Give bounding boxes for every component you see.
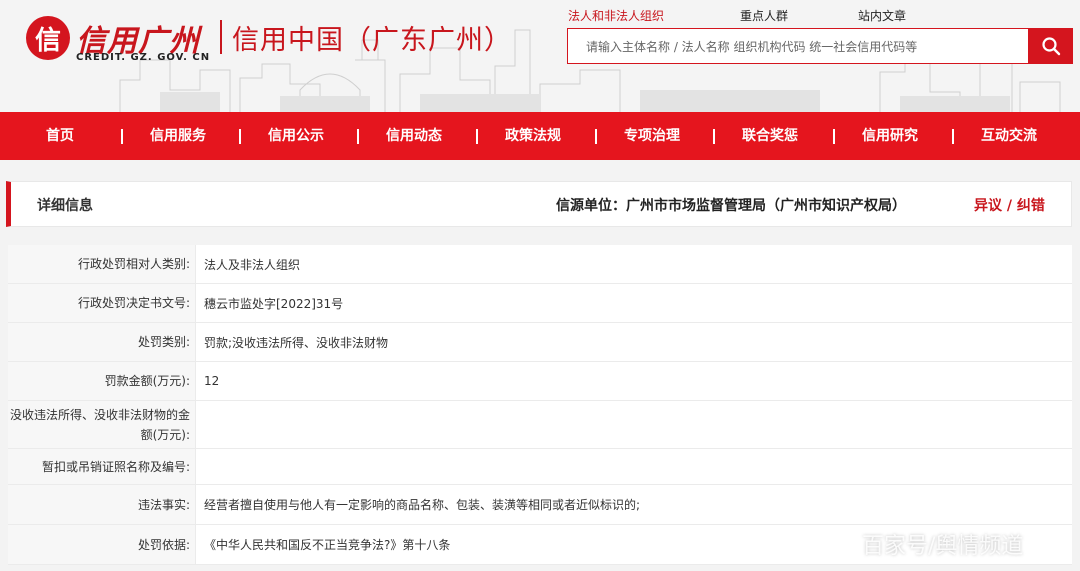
field-label: 违法事实: xyxy=(8,485,196,524)
nav-item-credit-disclosure[interactable]: 信用公示 xyxy=(268,112,324,160)
table-row: 罚款金额(万元): 12 xyxy=(8,362,1072,401)
logo-subtitle: 信用中国（广东广州） xyxy=(232,25,512,56)
nav-item-credit-research[interactable]: 信用研究 xyxy=(862,112,918,160)
table-row: 行政处罚决定书文号: 穗云市监处字[2022]31号 xyxy=(8,284,1072,323)
field-value: 穗云市监处字[2022]31号 xyxy=(204,296,344,311)
search-tab-articles[interactable]: 站内文章 xyxy=(858,7,906,24)
nav-item-joint-rewards[interactable]: 联合奖惩 xyxy=(742,112,798,160)
objection-correction-link[interactable]: 异议 / 纠错 xyxy=(974,195,1045,215)
nav-separator xyxy=(952,129,954,144)
field-label: 行政处罚决定书文号: xyxy=(8,284,196,322)
page-title: 详细信息 xyxy=(37,198,93,214)
field-value: 罚款;没收违法所得、没收非法财物 xyxy=(204,335,389,350)
table-row: 违法事实: 经营者擅自使用与他人有一定影响的商品名称、包装、装潢等相同或者近似标… xyxy=(8,485,1072,525)
search-button[interactable] xyxy=(1029,28,1073,64)
nav-separator xyxy=(239,129,241,144)
nav-separator xyxy=(357,129,359,144)
field-value xyxy=(196,449,1072,484)
logo-divider xyxy=(220,20,222,54)
detail-panel: 详细信息 信源单位：广州市市场监督管理局（广州市知识产权局） 异议 / 纠错 行… xyxy=(6,181,1072,571)
nav-separator xyxy=(713,129,715,144)
main-nav: 首页 信用服务 信用公示 信用动态 政策法规 专项治理 联合奖惩 信用研究 互动… xyxy=(0,112,1080,160)
nav-item-special-governance[interactable]: 专项治理 xyxy=(624,112,680,160)
field-label: 处罚类别: xyxy=(8,323,196,361)
search-placeholder: 请输入主体名称 / 法人名称 组织机构代码 统一社会信用代码等 xyxy=(586,40,918,54)
nav-separator xyxy=(121,129,123,144)
field-value: 12 xyxy=(204,374,220,388)
field-value: 法人及非法人组织 xyxy=(204,257,301,272)
table-row: 处罚类别: 罚款;没收违法所得、没收非法财物 xyxy=(8,323,1072,362)
table-row: 没收违法所得、没收非法财物的金额(万元): xyxy=(8,401,1072,449)
search-icon xyxy=(1042,37,1061,56)
search-input[interactable]: 请输入主体名称 / 法人名称 组织机构代码 统一社会信用代码等 xyxy=(567,28,1029,64)
field-label: 没收违法所得、没收非法财物的金额(万元): xyxy=(8,401,196,448)
logo-emblem-icon: 信 xyxy=(26,16,70,60)
field-label: 暂扣或吊销证照名称及编号: xyxy=(8,449,196,484)
field-value: 经营者擅自使用与他人有一定影响的商品名称、包装、装潢等相同或者近似标识的; xyxy=(204,498,641,512)
panel-header: 详细信息 信源单位：广州市市场监督管理局（广州市知识产权局） 异议 / 纠错 xyxy=(6,181,1072,227)
table-row: 暂扣或吊销证照名称及编号: xyxy=(8,449,1072,485)
detail-table: 行政处罚相对人类别: 法人及非法人组织 行政处罚决定书文号: 穗云市监处字[20… xyxy=(8,245,1072,565)
field-label: 处罚依据: xyxy=(8,525,196,564)
nav-item-policies[interactable]: 政策法规 xyxy=(505,112,561,160)
watermark-text: 百家号/舆情频道 xyxy=(862,534,1024,559)
nav-separator xyxy=(476,129,478,144)
table-row: 行政处罚相对人类别: 法人及非法人组织 xyxy=(8,245,1072,284)
field-label: 罚款金额(万元): xyxy=(8,362,196,400)
nav-separator xyxy=(595,129,597,144)
site-logo[interactable]: 信 信用广州 信用中国（广东广州） CREDIT. GZ. GOV. CN xyxy=(22,14,522,70)
logo-domain: CREDIT. GZ. GOV. CN xyxy=(76,52,211,63)
nav-item-credit-news[interactable]: 信用动态 xyxy=(386,112,442,160)
nav-separator xyxy=(833,129,835,144)
field-label: 行政处罚相对人类别: xyxy=(8,245,196,283)
nav-item-interaction[interactable]: 互动交流 xyxy=(981,112,1037,160)
nav-item-credit-services[interactable]: 信用服务 xyxy=(150,112,206,160)
search-tab-organizations[interactable]: 法人和非法人组织 xyxy=(568,7,664,24)
site-header: 信 信用广州 信用中国（广东广州） CREDIT. GZ. GOV. CN 法人… xyxy=(0,0,1080,112)
source-unit: 信源单位：广州市市场监督管理局（广州市知识产权局） xyxy=(556,198,906,214)
field-value xyxy=(196,401,1072,448)
search-tab-key-people[interactable]: 重点人群 xyxy=(740,7,788,24)
nav-item-home[interactable]: 首页 xyxy=(46,112,74,160)
